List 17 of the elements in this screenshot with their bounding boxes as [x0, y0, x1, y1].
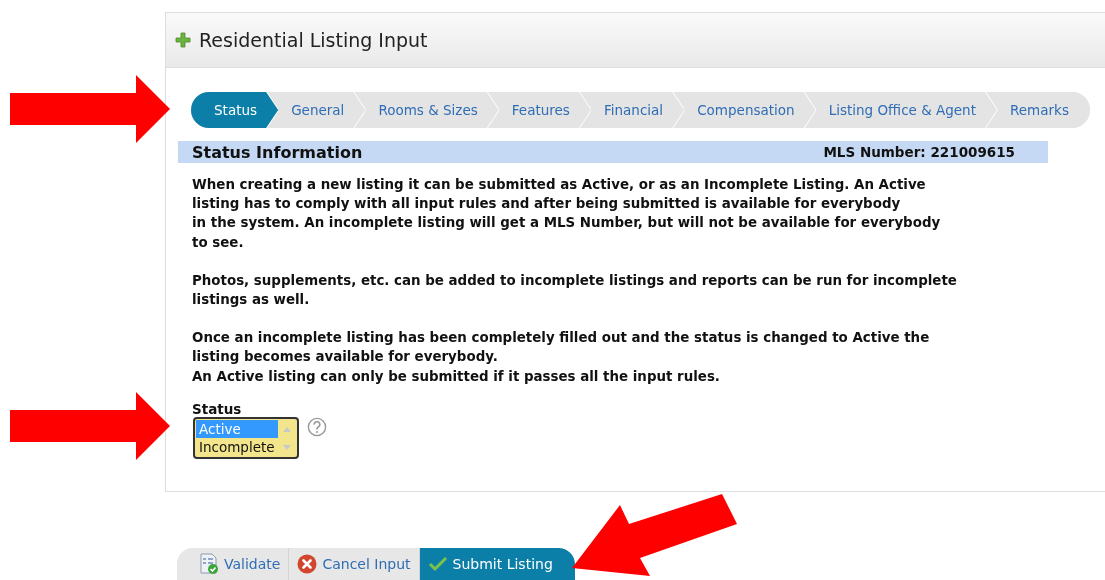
- status-label: Status: [192, 400, 243, 417]
- status-listbox[interactable]: Active Incomplete: [193, 416, 299, 459]
- cancel-icon: [297, 554, 318, 574]
- mls-number: MLS Number: 221009615: [823, 144, 1015, 160]
- help-icon[interactable]: [306, 416, 327, 437]
- status-option[interactable]: Incomplete: [196, 437, 278, 456]
- status-option[interactable]: Active: [196, 419, 278, 438]
- plus-icon: [175, 32, 191, 48]
- info-paragraph: Once an incomplete listing has been completely filled out and the status is changed to Active the listing becomes available for everybody. An Active listing can only be submitted if it passes all the input rules.: [192, 329, 931, 386]
- section-title: Status Information: [192, 142, 363, 162]
- submit-button[interactable]: Submit Listing: [418, 548, 575, 580]
- info-paragraph: When creating a new listing it can be submitted as Active, or as an Incomplete Listing. An Active listing has to comply with all input rules and after being submitted is available for everybody in the system. An incomplete listing will get a MLS Number, but will not be available for everybody to see.: [192, 176, 942, 252]
- step-tab[interactable]: Status: [191, 92, 279, 128]
- checkmark-icon: [427, 556, 448, 572]
- info-paragraph: Photos, supplements, etc. can be added to incomplete listings and reports can be run for incomplete listings as well.: [192, 271, 958, 309]
- panel-title: Residential Listing Input: [199, 29, 428, 51]
- document-check-icon: [199, 553, 219, 575]
